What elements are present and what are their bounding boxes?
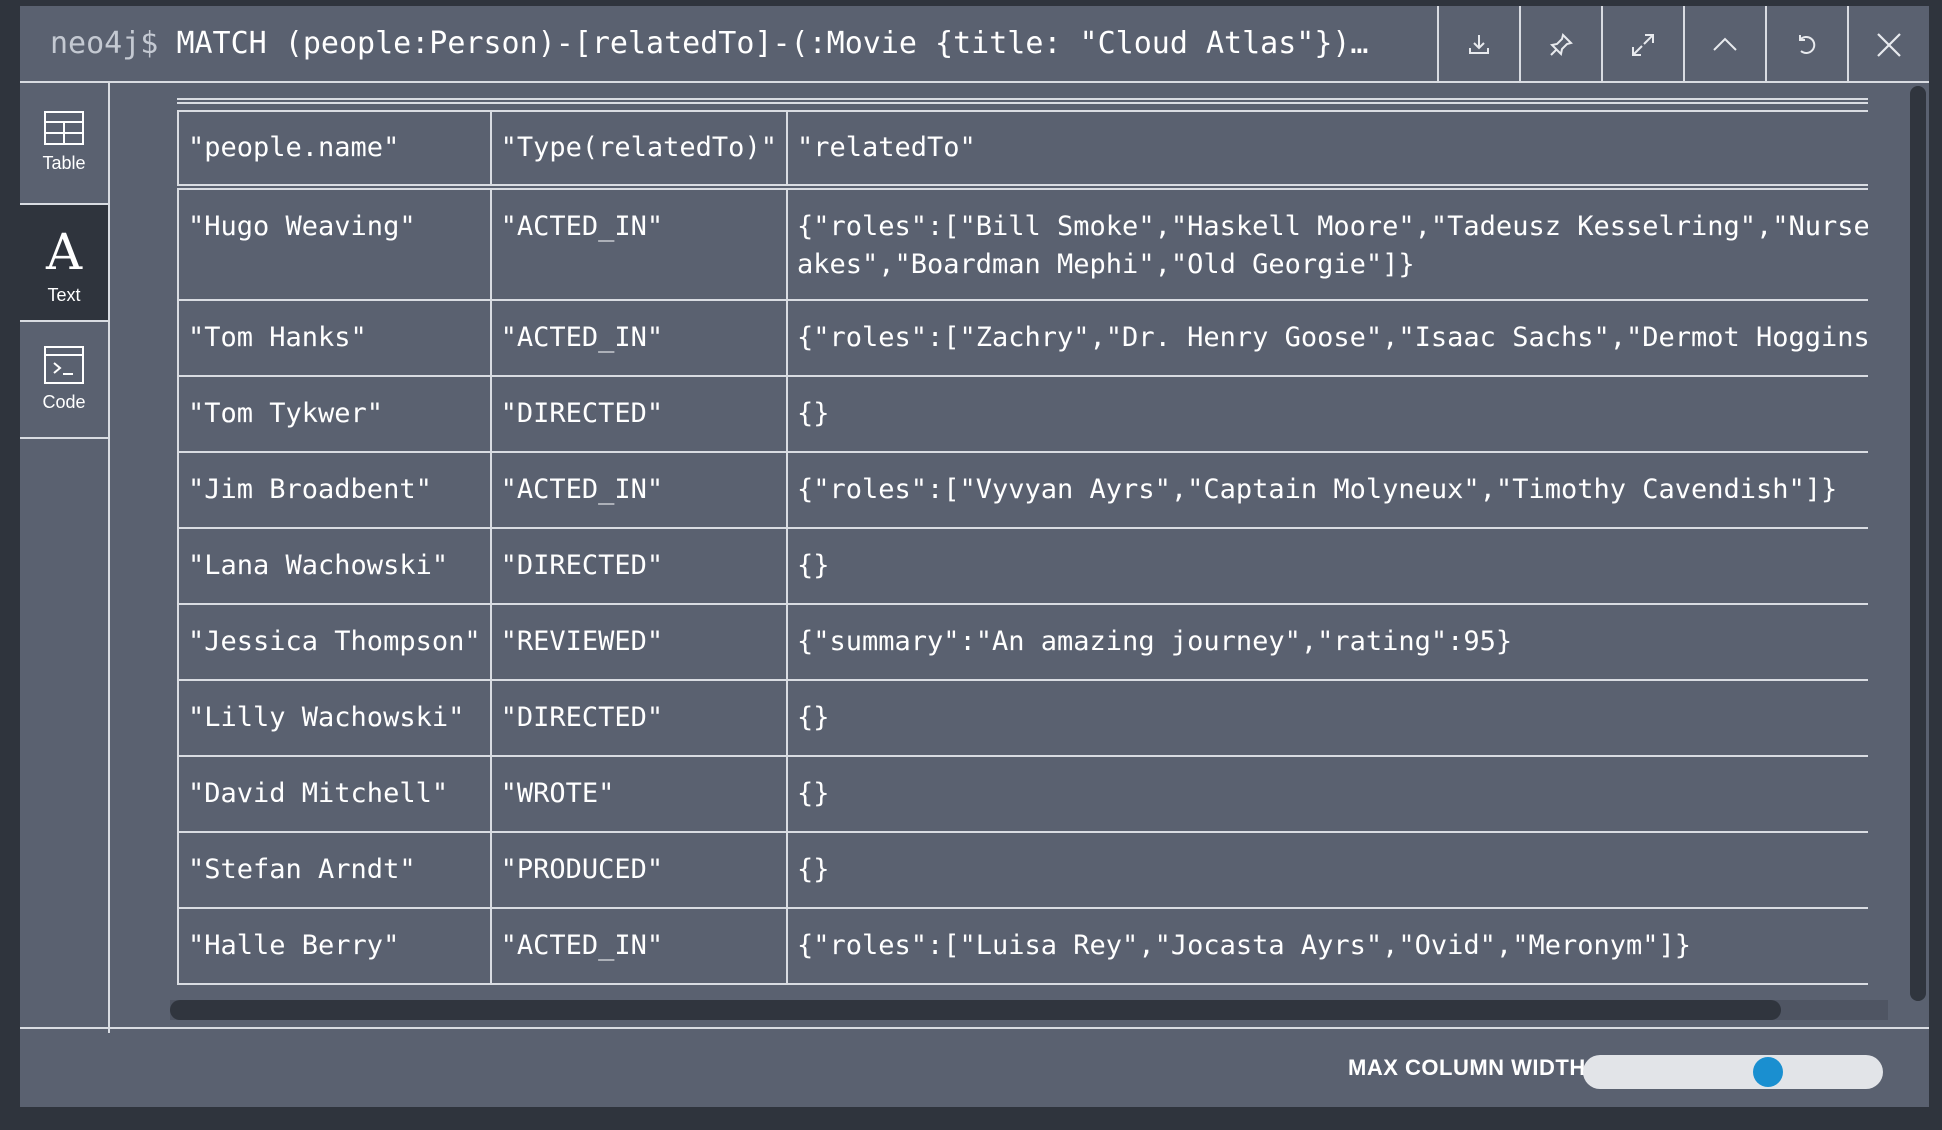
query-string: MATCH (people:Person)-[relatedTo]-(:Movi… <box>176 26 1369 61</box>
prompt-label: neo4j$ <box>50 26 159 61</box>
table-row: "Halle Berry" "ACTED_IN" {"roles":["Luis… <box>177 907 1868 985</box>
table-row: "Stefan Arndt" "PRODUCED" {} <box>177 831 1868 909</box>
table-row: "Jim Broadbent" "ACTED_IN" {"roles":["Vy… <box>177 451 1868 529</box>
cell-name: "David Mitchell" <box>177 755 492 833</box>
rerun-icon <box>1799 34 1816 54</box>
vertical-scrollbar[interactable] <box>1910 86 1926 1001</box>
table-row: "Lana Wachowski" "DIRECTED" {} <box>177 527 1868 605</box>
cell-relatedto: {"roles":["Luisa Rey","Jocasta Ayrs","Ov… <box>785 907 1868 985</box>
download-button[interactable] <box>1437 6 1519 83</box>
download-icon <box>1469 34 1489 54</box>
text-table-area: "people.name" "Type(relatedTo)" "related… <box>157 98 1868 987</box>
table-icon <box>44 111 84 145</box>
cell-name: "Stefan Arndt" <box>177 831 492 909</box>
view-table-label: Table <box>42 153 86 173</box>
table-row: "Hugo Weaving" "ACTED_IN" {"roles":["Bil… <box>177 186 1868 301</box>
cell-type: "DIRECTED" <box>489 679 788 757</box>
close-icon <box>1877 32 1901 57</box>
table-top-border <box>177 98 1868 104</box>
view-text-label: Text <box>47 285 81 305</box>
close-button[interactable] <box>1847 6 1929 83</box>
cell-name: "Lilly Wachowski" <box>177 679 492 757</box>
column-header-relatedto: "relatedTo" <box>785 110 1868 190</box>
view-text-button[interactable]: A Text <box>20 205 108 322</box>
result-frame: neo4j$ MATCH (people:Person)-[relatedTo]… <box>20 6 1929 1107</box>
cell-type: "DIRECTED" <box>489 375 788 453</box>
horizontal-scrollbar-thumb[interactable] <box>170 1000 1781 1020</box>
cell-relatedto: {} <box>785 755 1868 833</box>
cell-type: "ACTED_IN" <box>489 907 788 985</box>
collapse-button[interactable] <box>1683 6 1765 83</box>
view-table-button[interactable]: Table <box>20 83 108 205</box>
cell-type: "REVIEWED" <box>489 603 788 681</box>
table-row: "Jessica Thompson" "REVIEWED" {"summary"… <box>177 603 1868 681</box>
view-sidebar: Table A Text Code <box>20 83 110 1033</box>
cell-relatedto: {"roles":["Vyvyan Ayrs","Captain Molyneu… <box>785 451 1868 529</box>
code-icon <box>44 346 84 384</box>
table-header-row: "people.name" "Type(relatedTo)" "related… <box>177 110 1868 190</box>
cell-relatedto: {} <box>785 375 1868 453</box>
vertical-scrollbar-thumb[interactable] <box>1910 86 1926 1001</box>
slider-handle[interactable] <box>1752 1057 1783 1087</box>
text-icon: A <box>45 223 83 281</box>
query-text[interactable]: neo4j$ MATCH (people:Person)-[relatedTo]… <box>50 24 1440 64</box>
cell-type: "ACTED_IN" <box>489 186 788 301</box>
pin-button[interactable] <box>1519 6 1601 83</box>
table-row: "Tom Hanks" "ACTED_IN" {"roles":["Zachry… <box>177 299 1868 377</box>
table-row: "David Mitchell" "WROTE" {} <box>177 755 1868 833</box>
frame-footer: MAX COLUMN WIDTH: <box>20 1027 1929 1107</box>
column-header-type: "Type(relatedTo)" <box>489 110 788 190</box>
horizontal-scrollbar[interactable] <box>170 1000 1888 1020</box>
cell-relatedto: {} <box>785 527 1868 605</box>
cell-name: "Tom Tykwer" <box>177 375 492 453</box>
max-column-width-slider[interactable] <box>1583 1055 1883 1089</box>
rerun-button[interactable] <box>1765 6 1847 83</box>
cell-name: "Lana Wachowski" <box>177 527 492 605</box>
pin-icon <box>1549 32 1573 56</box>
view-code-label: Code <box>42 392 86 412</box>
cell-relatedto: {"roles":["Zachry","Dr. Henry Goose","Is… <box>785 299 1868 377</box>
view-code-button[interactable]: Code <box>20 322 108 439</box>
max-column-width-label: MAX COLUMN WIDTH: <box>1348 1055 1594 1080</box>
cell-type: "ACTED_IN" <box>489 299 788 377</box>
table-row: "Tom Tykwer" "DIRECTED" {} <box>177 375 1868 453</box>
cell-type: "DIRECTED" <box>489 527 788 605</box>
cell-name: "Halle Berry" <box>177 907 492 985</box>
expand-icon <box>1632 33 1654 56</box>
column-header-people-name: "people.name" <box>177 110 492 190</box>
cell-type: "WROTE" <box>489 755 788 833</box>
collapse-up-icon <box>1713 37 1737 51</box>
frame-header: neo4j$ MATCH (people:Person)-[relatedTo]… <box>20 6 1929 83</box>
cell-relatedto: {} <box>785 679 1868 757</box>
cell-name: "Jim Broadbent" <box>177 451 492 529</box>
cell-relatedto: {"roles":["Bill Smoke","Haskell Moore","… <box>785 186 1868 301</box>
cell-name: "Jessica Thompson" <box>177 603 492 681</box>
cell-name: "Hugo Weaving" <box>177 186 492 301</box>
result-table: "people.name" "Type(relatedTo)" "related… <box>177 110 1868 985</box>
cell-relatedto: {} <box>785 831 1868 909</box>
cell-name: "Tom Hanks" <box>177 299 492 377</box>
cell-type: "ACTED_IN" <box>489 451 788 529</box>
cell-type: "PRODUCED" <box>489 831 788 909</box>
table-row: "Lilly Wachowski" "DIRECTED" {} <box>177 679 1868 757</box>
fullscreen-button[interactable] <box>1601 6 1683 83</box>
cell-relatedto: {"summary":"An amazing journey","rating"… <box>785 603 1868 681</box>
